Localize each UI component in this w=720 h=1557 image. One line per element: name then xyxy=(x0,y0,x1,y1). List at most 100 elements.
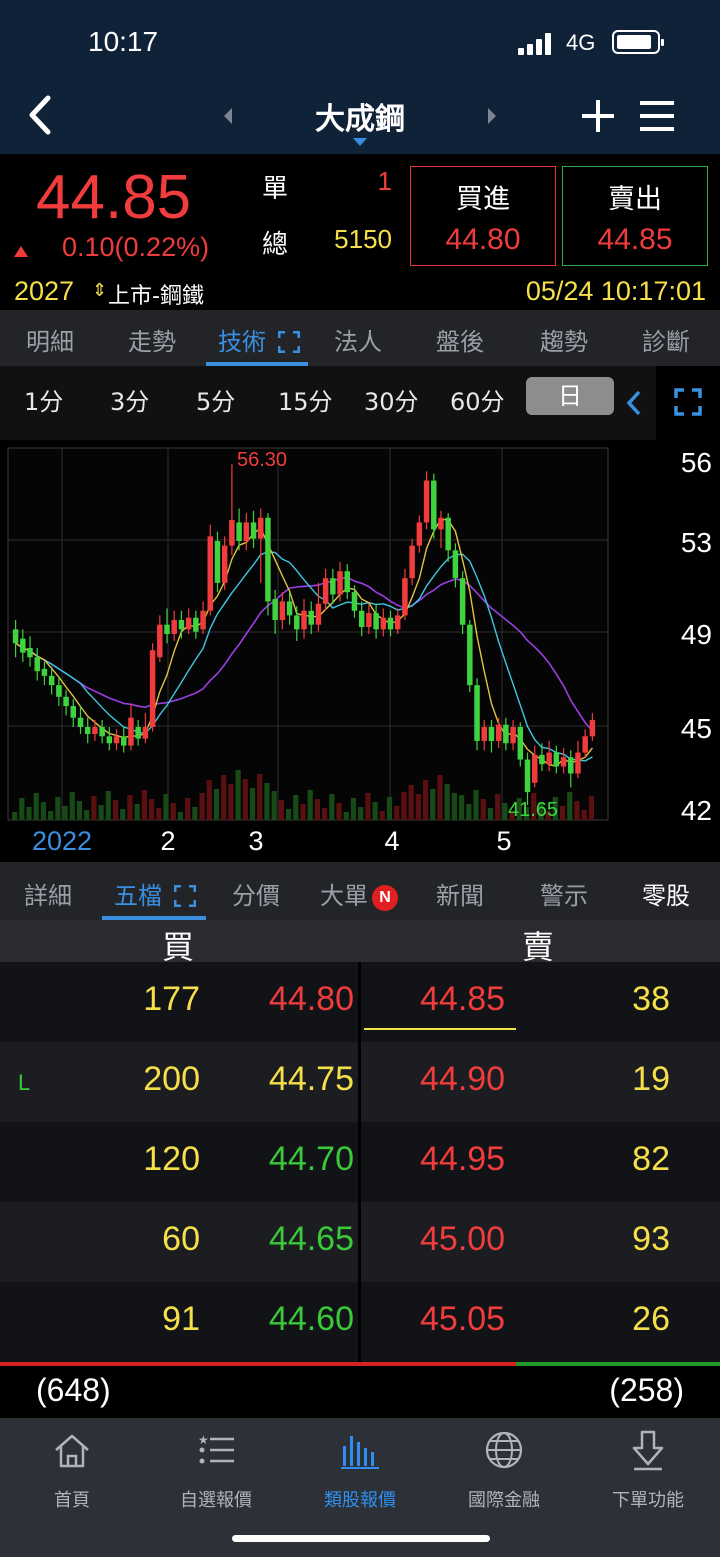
candle-body xyxy=(185,617,192,630)
y-tick-label: 45 xyxy=(681,713,712,744)
volume-bar xyxy=(329,794,335,820)
volume-bar xyxy=(235,770,241,820)
candlestick-chart[interactable]: 56.30 41.65 56 53 49 45 42 2022 2 3 4 5 xyxy=(0,440,720,862)
home-indicator xyxy=(232,1535,490,1542)
tab-big-orders[interactable]: 大單 N xyxy=(320,876,398,911)
volume-bar xyxy=(415,794,421,820)
volume-bar xyxy=(185,798,191,820)
current-price-underline xyxy=(364,1028,516,1030)
add-icon[interactable] xyxy=(578,96,618,136)
tab-alerts[interactable]: 警示 xyxy=(540,876,588,911)
volume-bar xyxy=(278,800,284,820)
period-30min[interactable]: 30分 xyxy=(364,382,419,417)
period-5min[interactable]: 5分 xyxy=(196,382,235,417)
home-icon xyxy=(55,1434,89,1468)
buy-button[interactable]: 買進 44.80 xyxy=(410,166,556,266)
candle-body xyxy=(70,706,77,718)
ask-total: (258) xyxy=(609,1372,684,1408)
volume-bar xyxy=(314,799,321,820)
ask-volume: 19 xyxy=(632,1060,670,1098)
ask-price: 44.90 xyxy=(420,1060,506,1098)
candle-body xyxy=(337,571,343,595)
volume-bar xyxy=(156,808,162,820)
period-3min[interactable]: 3分 xyxy=(110,382,149,417)
volume-bar xyxy=(394,806,400,820)
candle-body xyxy=(48,675,55,686)
order-icon xyxy=(632,1430,664,1471)
volume-bar xyxy=(322,808,328,820)
candle-body xyxy=(178,620,185,630)
nav-international[interactable]: 國際金融 xyxy=(432,1428,576,1518)
status-time: 10:17 xyxy=(88,26,159,57)
tab-after-hours[interactable]: 盤後 xyxy=(436,322,484,357)
x-tick-label: 2 xyxy=(160,826,175,856)
tab-detail[interactable]: 明細 xyxy=(26,322,74,357)
tab-trend[interactable]: 走勢 xyxy=(128,322,176,357)
tab-news[interactable]: 新聞 xyxy=(436,876,484,911)
nav-watchlist[interactable]: ★ 自選報價 xyxy=(144,1428,288,1518)
stock-title[interactable]: 大成鋼 xyxy=(260,94,460,138)
volume-bar xyxy=(257,774,263,820)
volume-bar xyxy=(242,779,248,820)
candle-body xyxy=(438,517,444,530)
nav-sector-quotes[interactable]: 類股報價 xyxy=(288,1428,432,1518)
order-book-header: 買 賣 xyxy=(0,920,720,966)
bid-price: 44.75 xyxy=(268,1060,354,1098)
candle-body xyxy=(423,480,430,523)
sell-button[interactable]: 賣出 44.85 xyxy=(562,166,708,266)
period-60min[interactable]: 60分 xyxy=(450,382,505,417)
volume-bar xyxy=(98,805,104,820)
nav-order[interactable]: 下單功能 xyxy=(576,1428,720,1518)
volume-bar xyxy=(466,804,472,820)
tab-trends[interactable]: 趨勢 xyxy=(540,322,588,357)
network-type: 4G xyxy=(566,30,596,55)
expand-icon xyxy=(277,330,301,354)
prev-stock-icon[interactable] xyxy=(218,104,238,128)
volume-bar xyxy=(567,792,573,820)
tab-institutional[interactable]: 法人 xyxy=(334,322,382,357)
period-1min[interactable]: 1分 xyxy=(24,382,63,417)
volume-bar xyxy=(271,791,277,820)
volume-bar xyxy=(336,803,342,820)
ask-price: 45.05 xyxy=(420,1300,506,1338)
tab-diagnosis[interactable]: 診斷 xyxy=(642,322,690,357)
tab-price-distribution[interactable]: 分價 xyxy=(232,876,280,911)
next-stock-icon[interactable] xyxy=(482,104,502,128)
period-15min[interactable]: 15分 xyxy=(278,382,333,417)
tab-details[interactable]: 詳細 xyxy=(24,876,72,911)
volume-bar xyxy=(170,803,176,820)
buy-label: 買進 xyxy=(456,184,510,215)
candle-body xyxy=(92,727,98,734)
menu-icon[interactable] xyxy=(638,98,678,134)
candle-body xyxy=(121,736,127,746)
chevron-left-icon[interactable] xyxy=(624,388,644,418)
candle-body xyxy=(445,517,451,551)
candle-body xyxy=(258,517,264,539)
volume-bar xyxy=(26,807,32,820)
sort-icon[interactable]: ⇕ xyxy=(92,280,107,301)
candle-body xyxy=(510,727,516,744)
fullscreen-icon[interactable] xyxy=(674,388,702,416)
volume-bar xyxy=(343,812,349,820)
candle-body xyxy=(229,520,235,546)
candle-body xyxy=(265,517,271,602)
period-day[interactable]: 日 xyxy=(526,377,614,415)
candle-body xyxy=(553,752,560,767)
candle-body xyxy=(366,613,372,628)
tab-odd-lot[interactable]: 零股 xyxy=(642,876,690,911)
volume-bar xyxy=(120,809,126,820)
tab-five-levels[interactable]: 五檔 xyxy=(114,876,197,911)
battery-icon xyxy=(612,30,664,54)
ask-volume: 82 xyxy=(632,1140,670,1178)
title-dropdown-icon[interactable] xyxy=(353,138,367,146)
ask-volume: 93 xyxy=(632,1220,670,1258)
back-icon[interactable] xyxy=(22,90,62,140)
y-tick-label: 42 xyxy=(681,795,712,826)
x-tick-label: 3 xyxy=(248,826,263,856)
candle-body xyxy=(286,601,293,616)
candle-body xyxy=(560,757,567,767)
candle-body xyxy=(495,724,502,741)
volume-bar xyxy=(408,785,414,820)
nav-home[interactable]: 首頁 xyxy=(0,1428,144,1518)
tab-technical[interactable]: 技術 xyxy=(218,322,301,357)
